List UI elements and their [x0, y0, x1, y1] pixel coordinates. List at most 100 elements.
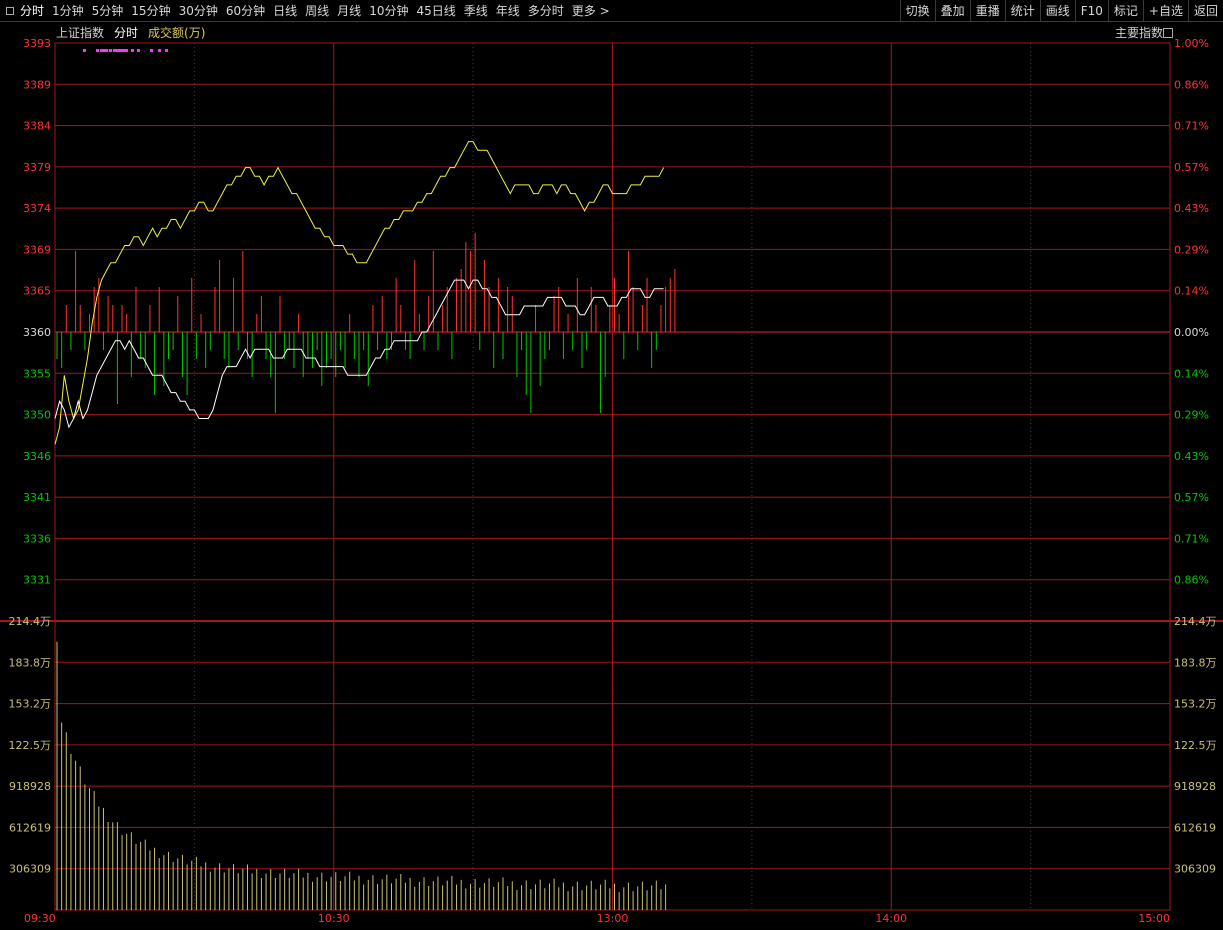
- volume-bar: [618, 892, 620, 910]
- diff-bar: [493, 332, 495, 368]
- diff-bar: [391, 332, 392, 350]
- diff-bar: [423, 332, 425, 350]
- volume-bar: [400, 874, 402, 910]
- diff-bar: [56, 332, 58, 359]
- volume-bar: [186, 864, 188, 910]
- volume-bar: [488, 878, 490, 910]
- avg-price-line: [54, 141, 665, 445]
- diff-bar: [168, 332, 169, 359]
- volume-bar: [572, 886, 574, 910]
- diff-bar: [265, 332, 267, 359]
- volume-bar: [465, 888, 467, 910]
- volume-bar: [242, 868, 244, 910]
- volume-label-right: 612619: [1174, 821, 1216, 834]
- diff-bar: [377, 332, 379, 350]
- volume-bar: [154, 847, 156, 910]
- diff-bar: [279, 296, 281, 332]
- price-label-left: 3389: [23, 78, 51, 91]
- diff-bar: [209, 332, 211, 350]
- time-label: 14:00: [875, 912, 907, 925]
- diff-bar: [632, 287, 634, 332]
- diff-bar: [298, 314, 300, 332]
- price-label-right: 0.29%: [1174, 409, 1209, 422]
- diff-bar: [84, 332, 86, 350]
- volume-bar: [181, 854, 183, 910]
- volume-bar: [363, 884, 365, 910]
- diff-bar: [237, 332, 239, 350]
- diff-bar: [600, 332, 602, 413]
- diff-bar: [637, 332, 639, 350]
- diff-bar: [479, 332, 481, 350]
- volume-bar: [604, 879, 606, 910]
- diff-bar: [135, 287, 137, 332]
- diff-bar: [521, 332, 523, 350]
- signal-marker: [165, 49, 168, 52]
- volume-bar: [516, 889, 518, 910]
- diff-bar: [363, 332, 365, 350]
- volume-label-left: 214.4万: [9, 615, 52, 628]
- price-label-left: 3379: [23, 161, 51, 174]
- diff-bar: [186, 332, 188, 395]
- signal-marker: [109, 49, 112, 52]
- volume-bar: [614, 883, 615, 910]
- volume-bar: [144, 839, 146, 910]
- diff-bar: [325, 332, 327, 368]
- volume-bar: [284, 868, 286, 910]
- diff-bar: [660, 305, 662, 332]
- volume-label-right: 306309: [1174, 863, 1216, 876]
- volume-label-left: 183.8万: [9, 656, 52, 669]
- time-label: 10:30: [318, 912, 350, 925]
- diff-bar: [381, 296, 383, 332]
- volume-bar: [474, 879, 476, 910]
- volume-bar: [158, 858, 160, 910]
- volume-bar: [209, 871, 211, 910]
- volume-bar: [75, 760, 77, 910]
- diff-bar: [595, 305, 597, 332]
- volume-bar: [163, 855, 165, 910]
- diff-bar: [70, 332, 72, 350]
- price-label-left: 3360: [23, 326, 51, 339]
- signal-marker: [105, 49, 108, 52]
- volume-bar: [581, 890, 583, 910]
- diff-bar: [586, 332, 588, 350]
- time-label: 09:30: [24, 912, 56, 925]
- volume-bar: [279, 873, 281, 910]
- volume-bar: [493, 886, 495, 910]
- volume-bar: [409, 878, 411, 910]
- signal-marker: [83, 49, 86, 52]
- volume-bar: [321, 872, 323, 910]
- diff-bar: [465, 242, 467, 332]
- diff-bar: [61, 332, 63, 368]
- volume-bar: [102, 807, 104, 910]
- volume-bar: [191, 860, 193, 910]
- volume-bar: [544, 888, 546, 910]
- volume-bar: [56, 641, 58, 910]
- volume-bar: [609, 888, 611, 910]
- price-label-right: 0.00%: [1174, 326, 1209, 339]
- diff-bar: [581, 332, 583, 368]
- diff-bar: [321, 332, 323, 386]
- price-label-left: 3365: [23, 285, 51, 298]
- volume-bar: [135, 843, 137, 910]
- volume-bar: [655, 880, 657, 910]
- volume-bar: [632, 891, 634, 910]
- price-label-right: 0.86%: [1174, 78, 1209, 91]
- volume-bar: [172, 861, 174, 910]
- volume-bar: [228, 868, 230, 910]
- volume-bar: [223, 872, 225, 910]
- price-label-left: 3369: [23, 243, 51, 256]
- volume-bar: [65, 732, 67, 910]
- volume-bar: [539, 879, 541, 910]
- price-label-right: 1.00%: [1174, 37, 1209, 50]
- intraday-chart[interactable]: 3393 3389 3384 3379 3374 3369 3365 3360 3355 3350…: [0, 0, 1223, 930]
- volume-bar: [432, 881, 434, 910]
- volume-bar: [233, 864, 235, 910]
- volume-bar: [386, 874, 388, 910]
- volume-bar: [84, 784, 86, 910]
- volume-bar: [404, 882, 406, 910]
- diff-bar: [242, 251, 244, 332]
- volume-bar: [335, 872, 337, 910]
- diff-bar: [451, 332, 453, 359]
- volume-bar: [437, 876, 439, 910]
- volume-bar: [641, 881, 643, 910]
